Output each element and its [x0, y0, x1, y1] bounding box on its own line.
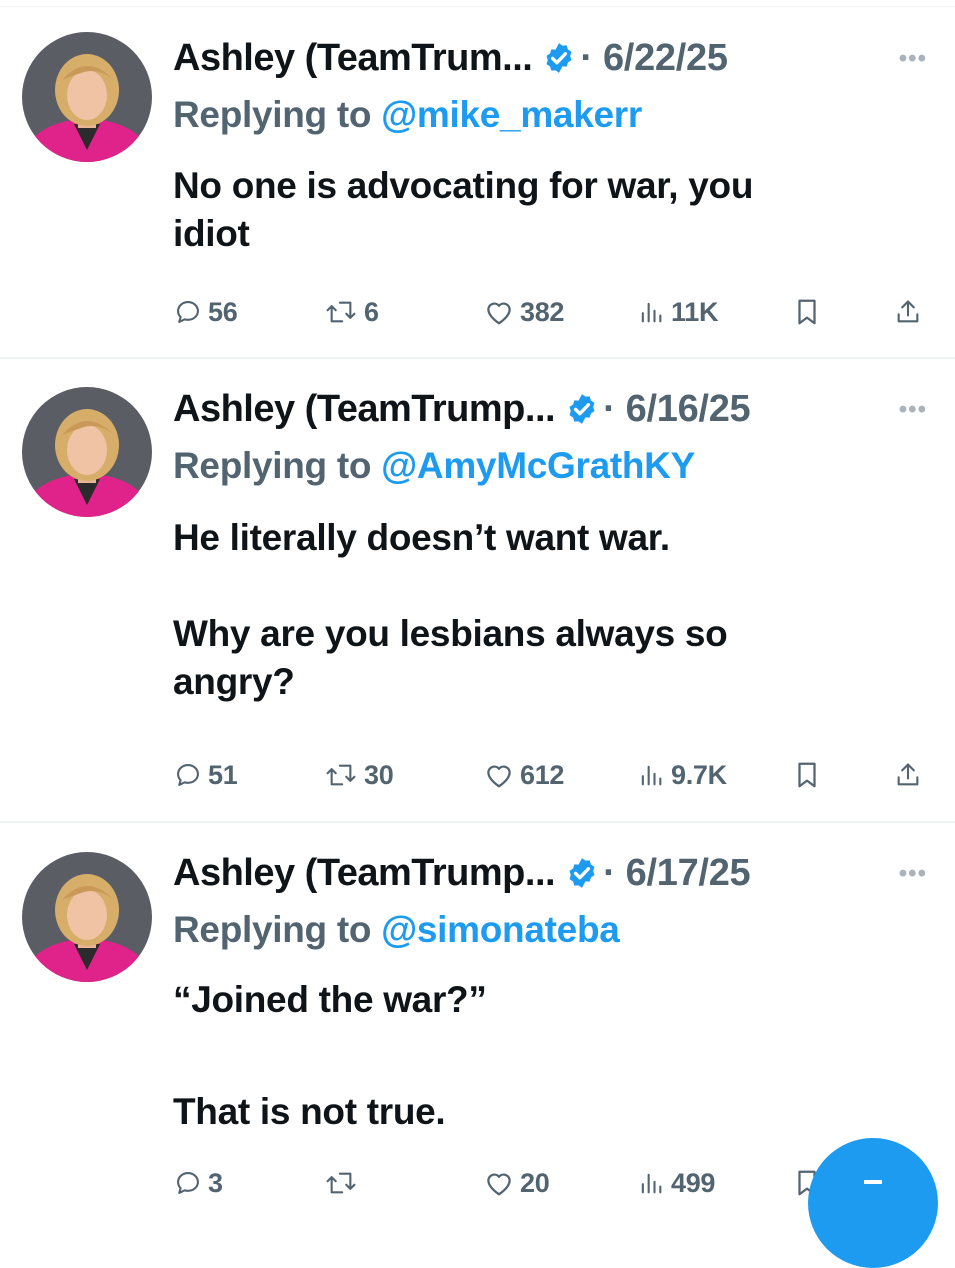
- replying-to: Replying to @mike_makerr: [173, 94, 642, 136]
- like-button[interactable]: 20: [484, 1165, 550, 1201]
- like-icon: [487, 1173, 511, 1196]
- like-count: 612: [520, 759, 565, 790]
- view-count: 9.7K: [671, 759, 727, 790]
- like-count: 20: [520, 1167, 550, 1198]
- tweet-header: Ashley (TeamTrum... · 6/22/25: [173, 33, 728, 83]
- share-icon: [897, 763, 919, 786]
- display-name[interactable]: Ashley (TeamTrump...: [173, 852, 556, 895]
- repost-icon: [326, 764, 356, 786]
- tweet-text: He literally doesn’t want war. Why are y…: [173, 514, 893, 706]
- share-button[interactable]: [894, 757, 928, 793]
- views-icon: [641, 765, 662, 786]
- like-icon: [487, 302, 511, 325]
- action-bar: 51 30 612 9.7K: [0, 757, 955, 793]
- display-name[interactable]: Ashley (TeamTrump...: [173, 388, 556, 431]
- repost-button[interactable]: 6: [324, 294, 379, 330]
- tweet-text-line: idiot: [173, 213, 250, 254]
- tweet-header: Ashley (TeamTrump... · 6/17/25: [173, 848, 751, 898]
- like-icon: [487, 765, 511, 788]
- tweet-text-line: No one is advocating for war, you: [173, 165, 754, 206]
- tweet-date[interactable]: · 6/22/25: [580, 37, 728, 80]
- reply-handle[interactable]: @AmyMcGrathKY: [381, 445, 695, 486]
- tweet-text-line: [173, 562, 893, 610]
- tweet-date[interactable]: · 6/16/25: [603, 388, 751, 431]
- like-count: 382: [520, 296, 565, 327]
- reply-icon: [177, 764, 199, 786]
- replying-to-label: Replying to: [173, 94, 382, 135]
- tweet-text-line: [173, 1024, 893, 1088]
- view-count: 11K: [671, 296, 719, 327]
- compose-icon: [864, 1180, 882, 1184]
- views-icon: [641, 1173, 662, 1194]
- share-icon: [897, 300, 919, 323]
- top-divider: [0, 6, 955, 7]
- more-icon[interactable]: •••: [899, 45, 927, 73]
- reply-button[interactable]: 51: [174, 757, 238, 793]
- compose-button[interactable]: [808, 1138, 938, 1268]
- more-icon[interactable]: •••: [899, 860, 927, 888]
- repost-icon: [326, 1172, 356, 1194]
- reply-count: 3: [208, 1167, 223, 1198]
- like-button[interactable]: 382: [484, 294, 564, 330]
- replying-to: Replying to @AmyMcGrathKY: [173, 445, 695, 487]
- verified-badge-icon: [569, 394, 595, 424]
- reply-handle[interactable]: @mike_makerr: [381, 94, 642, 135]
- views-button[interactable]: 9.7K: [637, 757, 727, 793]
- tweet-header: Ashley (TeamTrump... · 6/16/25: [173, 384, 751, 434]
- tweet-text-line: That is not true.: [173, 1091, 446, 1132]
- repost-count: 30: [364, 759, 394, 790]
- tweet-divider: [0, 357, 955, 359]
- repost-count: 6: [364, 296, 379, 327]
- view-count: 499: [671, 1167, 716, 1198]
- action-bar: 56 6 382 11K: [0, 294, 955, 330]
- replying-to-label: Replying to: [173, 909, 382, 950]
- replying-to: Replying to @simonateba: [173, 909, 620, 951]
- avatar[interactable]: [22, 32, 152, 162]
- views-button[interactable]: 499: [637, 1165, 715, 1201]
- tweet-divider: [0, 821, 955, 823]
- tweet-text: “Joined the war?” That is not true.: [173, 976, 893, 1136]
- tweet-text-line: “Joined the war?”: [173, 979, 487, 1020]
- replying-to-label: Replying to: [173, 445, 382, 486]
- share-button[interactable]: [894, 294, 928, 330]
- views-button[interactable]: 11K: [637, 294, 718, 330]
- repost-icon: [326, 301, 356, 323]
- reply-count: 51: [208, 759, 238, 790]
- reply-button[interactable]: 56: [174, 294, 238, 330]
- avatar[interactable]: [22, 387, 152, 517]
- reply-icon: [177, 1172, 199, 1194]
- bookmark-button[interactable]: [794, 294, 826, 330]
- tweet-text-line: angry?: [173, 661, 295, 702]
- tweet-text-line: He literally doesn’t want war.: [173, 517, 670, 558]
- reply-count: 56: [208, 296, 238, 327]
- like-button[interactable]: 612: [484, 757, 564, 793]
- reply-handle[interactable]: @simonateba: [381, 909, 620, 950]
- views-icon: [641, 302, 662, 323]
- verified-badge-icon: [569, 858, 595, 888]
- bookmark-icon: [798, 299, 816, 325]
- tweet-text: No one is advocating for war, you idiot: [173, 162, 893, 258]
- bookmark-button[interactable]: [794, 757, 826, 793]
- tweet-date[interactable]: · 6/17/25: [603, 852, 751, 895]
- tweet-text-line: Why are you lesbians always so: [173, 613, 728, 654]
- reply-icon: [177, 301, 199, 323]
- more-icon[interactable]: •••: [899, 396, 927, 424]
- verified-badge-icon: [546, 43, 572, 73]
- display-name[interactable]: Ashley (TeamTrum...: [173, 37, 533, 80]
- repost-button[interactable]: 30: [324, 757, 394, 793]
- repost-button[interactable]: [324, 1165, 364, 1201]
- reply-button[interactable]: 3: [174, 1165, 223, 1201]
- bookmark-icon: [798, 762, 816, 788]
- avatar[interactable]: [22, 852, 152, 982]
